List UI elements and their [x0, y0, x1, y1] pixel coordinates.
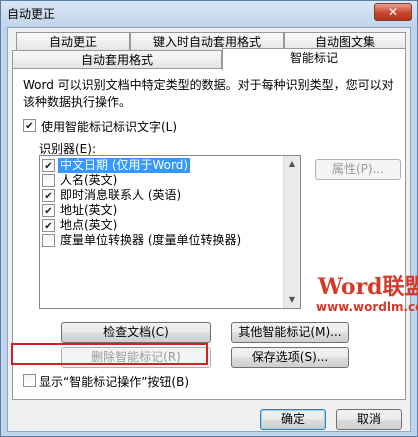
highlight-box: [11, 343, 208, 365]
recognizers-list[interactable]: 中文日期 (仅用于Word) 人名(英文) 即时消息联系人 (英语) 地址(英文…: [39, 155, 301, 309]
tab-autoformat[interactable]: 自动套用格式: [12, 50, 222, 70]
show-actions-label[interactable]: 显示“智能标记操作”按钮(B): [39, 373, 189, 390]
list-item[interactable]: 度量单位转换器 (度量单位转换器): [42, 233, 286, 248]
list-item[interactable]: 地址(英文): [42, 203, 286, 218]
tab-autocorrect[interactable]: 自动更正: [16, 32, 130, 52]
recognizer-checkbox[interactable]: [42, 174, 55, 187]
scroll-down-icon[interactable]: ▼: [284, 292, 300, 308]
close-button[interactable]: ✕: [374, 3, 412, 21]
recognizer-label: 地点(英文): [60, 218, 118, 232]
dialog-body: 自动更正 键入时自动套用格式 自动图文集 自动套用格式 智能标记 Word 可以…: [7, 27, 418, 432]
recognizer-checkbox[interactable]: [42, 219, 55, 232]
recognizer-checkbox[interactable]: [42, 159, 55, 172]
more-smart-tags-button[interactable]: 其他智能标记(M)...: [231, 322, 349, 343]
tab-smart-tags[interactable]: 智能标记: [222, 48, 406, 70]
properties-button[interactable]: 属性(P)...: [315, 159, 401, 180]
recognizer-label: 人名(英文): [60, 173, 118, 187]
recognizer-label: 度量单位转换器 (度量单位转换器): [60, 233, 242, 247]
show-actions-checkbox[interactable]: [23, 374, 36, 387]
recognizer-label: 即时消息联系人 (英语): [60, 188, 182, 202]
recognizer-checkbox[interactable]: [42, 189, 55, 202]
list-scrollbar[interactable]: ▲ ▼: [283, 156, 300, 308]
recognizer-checkbox[interactable]: [42, 234, 55, 247]
list-item[interactable]: 即时消息联系人 (英语): [42, 188, 286, 203]
dialog-title: 自动更正: [7, 7, 56, 21]
autocorrect-dialog: 自动更正 ✕ 自动更正 键入时自动套用格式 自动图文集 自动套用格式 智能标记 …: [0, 0, 418, 437]
list-item[interactable]: 地点(英文): [42, 218, 286, 233]
save-options-button[interactable]: 保存选项(S)...: [231, 347, 349, 368]
watermark-url: www.wordlm.com: [316, 300, 418, 314]
scroll-up-icon[interactable]: ▲: [284, 156, 300, 172]
ok-button[interactable]: 确定: [260, 409, 326, 430]
title-bar[interactable]: 自动更正 ✕: [1, 1, 417, 25]
description-text: Word 可以识别文档中特定类型的数据。对于每种识别类型，您可以对该种数据执行操…: [23, 78, 394, 109]
recognizer-checkbox[interactable]: [42, 204, 55, 217]
list-item[interactable]: 中文日期 (仅用于Word): [42, 158, 286, 173]
use-smart-tags-label[interactable]: 使用智能标记标识文字(L): [41, 118, 177, 135]
use-smart-tags-checkbox[interactable]: [23, 119, 36, 132]
check-document-button[interactable]: 检查文档(C): [61, 322, 211, 343]
recognizer-label: 中文日期 (仅用于Word): [58, 158, 191, 173]
cancel-button[interactable]: 取消: [336, 409, 402, 430]
list-item[interactable]: 人名(英文): [42, 173, 286, 188]
watermark-logo: Word联盟: [318, 274, 418, 300]
recognizer-label: 地址(英文): [60, 203, 118, 217]
